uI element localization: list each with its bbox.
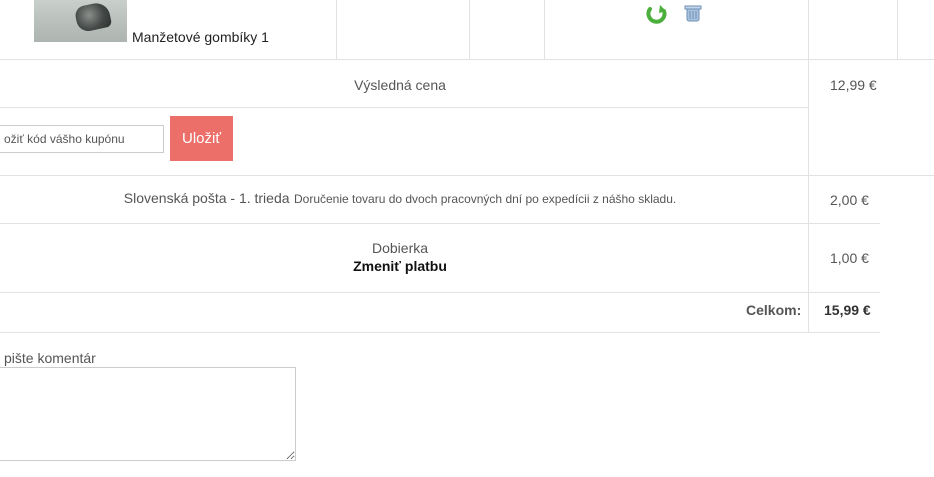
column-divider [469,0,470,59]
product-name[interactable]: Manžetové gombíky 1 [132,29,269,45]
shipping-name: Slovenská pošta - 1. trieda [123,190,290,206]
change-payment-link[interactable]: Zmeniť platbu [300,257,500,275]
payment-method: Dobierka Zmeniť platbu [300,240,500,275]
column-divider [336,0,337,59]
shipping-price: 2,00 € [830,192,869,208]
payment-price: 1,00 € [830,250,869,266]
row-divider [0,223,880,224]
row-divider [0,107,808,108]
comment-label: pište komentár [4,350,96,366]
remove-icon[interactable] [682,3,706,25]
column-divider [808,175,809,332]
save-coupon-button[interactable]: Uložiť [170,116,233,161]
row-divider [0,59,934,60]
column-divider [897,0,898,59]
total-value: 15,99 € [824,302,871,318]
product-thumbnail[interactable] [34,0,127,42]
row-divider [0,175,934,176]
cufflinks-image [73,0,113,34]
row-divider [0,292,880,293]
payment-name: Dobierka [371,240,429,256]
refresh-icon[interactable] [646,3,668,25]
coupon-code-input[interactable] [0,125,164,153]
row-divider [0,332,880,333]
column-divider [808,59,809,175]
subtotal-value: 12,99 € [830,77,877,93]
shipping-description: Doručenie tovaru do dvoch pracovných dní… [293,192,677,206]
shipping-method: Slovenská pošta - 1. trieda Doručenie to… [0,190,800,208]
comment-textarea[interactable] [0,367,296,461]
subtotal-label: Výsledná cena [354,77,446,93]
total-label: Celkom: [746,302,802,318]
column-divider [544,0,545,59]
cart-page: Manžetové gombíky 1 Výsledná cena 12,99 … [0,0,934,477]
column-divider [808,0,809,59]
